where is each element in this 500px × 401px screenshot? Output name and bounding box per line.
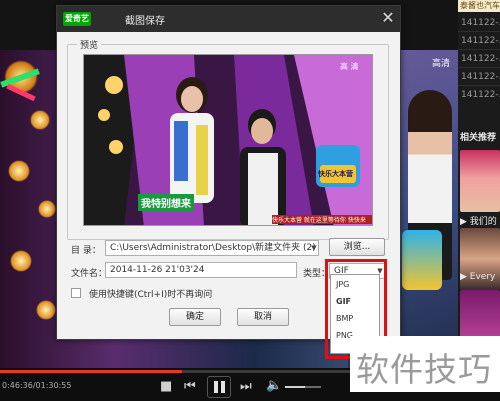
stage-light <box>30 110 50 130</box>
pause-icon <box>214 381 218 393</box>
dialog-titlebar[interactable]: 爱奇艺 截图保存 ✕ <box>57 6 400 32</box>
divider <box>458 67 500 68</box>
recommendation-caption[interactable]: ▶ Every <box>460 272 495 282</box>
playback-time: 0:46:36/01:30:55 <box>2 381 72 390</box>
episode-list-item[interactable]: 141122-... <box>461 18 500 28</box>
progress-fill <box>0 370 182 373</box>
cancel-button[interactable]: 取消 <box>237 308 289 326</box>
pause-icon <box>221 381 225 393</box>
related-recommendations-title: 相关推荐 <box>460 133 497 143</box>
filename-label: 文件名： <box>71 269 108 279</box>
filename-input[interactable]: 2014-11-26 21'03'24 <box>105 262 297 278</box>
show-logo-decoration <box>402 230 442 290</box>
divider <box>458 49 500 50</box>
browse-button[interactable]: 浏览... <box>329 238 385 256</box>
stop-icon[interactable]: ■ <box>160 379 172 394</box>
recommendation-thumbnail[interactable] <box>460 150 500 212</box>
stage-light <box>36 300 56 320</box>
preview-ticker: 快乐大本营 就在这里等待你 快快来 <box>272 215 372 224</box>
divider <box>458 85 500 86</box>
episode-list-item[interactable]: 141122-... <box>461 90 500 100</box>
stage-light <box>38 200 56 218</box>
chevron-down-icon[interactable]: ▼ <box>309 241 319 255</box>
previous-icon[interactable]: ⏮ <box>184 379 196 394</box>
volume-level <box>285 386 305 388</box>
dialog-title: 截图保存 <box>125 16 165 27</box>
stage-light <box>10 250 32 272</box>
episode-list-item[interactable]: 141122-... <box>461 36 500 46</box>
preview-channel-mark: 高 清 <box>340 62 359 71</box>
iqiyi-logo: 爱奇艺 <box>63 12 91 26</box>
play-icon: ▶ <box>460 272 470 282</box>
preview-screenshot <box>84 55 372 225</box>
right-panel-top-strip: 泰酱也汽车 <box>458 0 500 12</box>
divider <box>458 31 500 32</box>
episode-list-item[interactable]: 141122-... <box>461 54 500 64</box>
close-icon[interactable]: ✕ <box>379 8 397 28</box>
watermark-text: 软件技巧 <box>356 350 492 389</box>
bg-channel-mark: 高清 <box>432 59 451 69</box>
preview-label: 预览 <box>77 38 102 51</box>
preview-image: 高 清 我特别想来 快乐大本营 快乐大本营 就在这里等待你 快快来 <box>83 54 373 226</box>
shortcut-checkbox[interactable] <box>71 288 81 298</box>
directory-label: 目 录： <box>71 246 101 256</box>
preview-show-logo: 快乐大本营 <box>318 170 353 178</box>
stage-light <box>8 160 30 182</box>
shortcut-checkbox-label: 使用快捷键(Ctrl+I)时不再询问 <box>89 290 213 300</box>
episode-list-item[interactable]: 141122-... <box>461 72 500 82</box>
preview-caption: 我特别想来 <box>138 194 194 211</box>
play-icon: ▶ <box>460 217 470 227</box>
next-icon[interactable]: ⏭ <box>240 379 252 394</box>
recommendation-caption[interactable]: ▶ 我们的 <box>460 214 497 227</box>
directory-input[interactable]: C:\Users\Administrator\Desktop\新建文件夹 (2) <box>105 240 319 256</box>
ok-button[interactable]: 确定 <box>169 308 221 326</box>
volume-icon[interactable]: 🔈 <box>266 378 282 393</box>
pause-button[interactable] <box>207 376 231 398</box>
